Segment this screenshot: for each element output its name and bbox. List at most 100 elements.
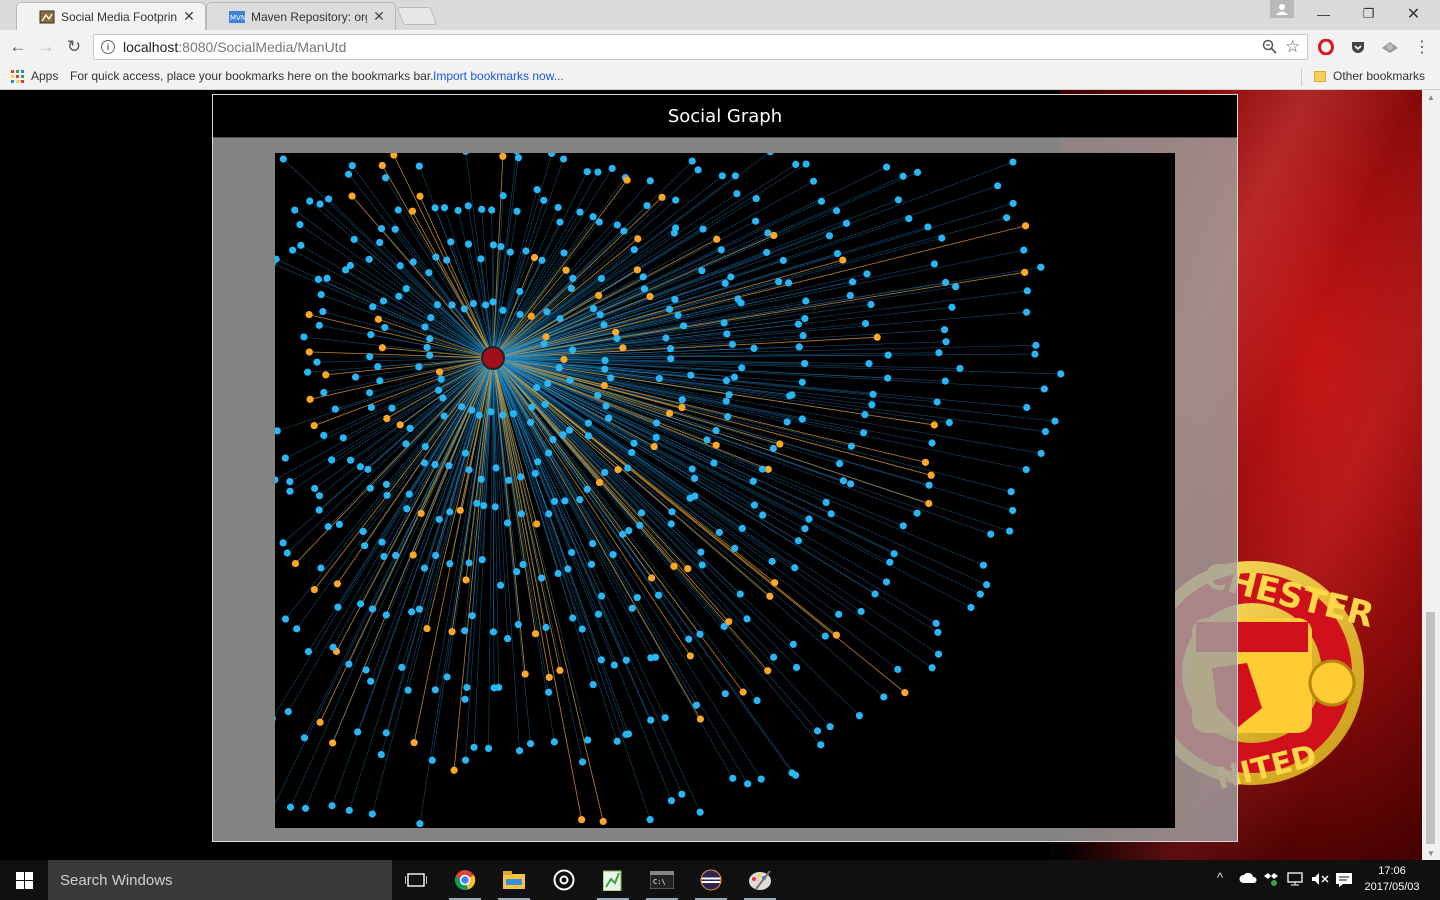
graph-node[interactable] (886, 558, 894, 566)
graph-node[interactable] (531, 469, 539, 478)
restore-icon[interactable]: ❐ (1346, 0, 1391, 28)
graph-node[interactable] (584, 736, 592, 744)
graph-node[interactable] (684, 565, 692, 573)
graph-node[interactable] (622, 730, 630, 739)
graph-node[interactable] (354, 728, 362, 736)
graph-node[interactable] (477, 475, 485, 483)
graph-node[interactable] (462, 576, 470, 584)
graph-node[interactable] (301, 804, 310, 812)
graph-node[interactable] (461, 627, 469, 635)
graph-node[interactable] (619, 344, 627, 352)
graph-node[interactable] (554, 203, 562, 212)
graph-node[interactable] (759, 511, 767, 519)
graph-node[interactable] (770, 653, 778, 661)
close-tab-icon[interactable]: ✕ (183, 8, 195, 25)
graph-node[interactable] (948, 303, 956, 311)
groove-music-icon[interactable] (540, 860, 588, 900)
graph-node[interactable] (842, 219, 851, 227)
graph-node[interactable] (678, 396, 686, 404)
graph-node[interactable] (517, 510, 525, 518)
graph-node[interactable] (730, 373, 739, 381)
graph-node[interactable] (568, 548, 576, 557)
graph-node[interactable] (835, 610, 843, 618)
graph-node[interactable] (805, 515, 813, 523)
graph-node[interactable] (421, 442, 429, 451)
graph-node[interactable] (447, 238, 455, 246)
social-graph-svg[interactable] (275, 153, 1175, 828)
graph-node[interactable] (328, 456, 336, 464)
graph-node[interactable] (594, 610, 603, 618)
graph-node[interactable] (667, 520, 675, 528)
graph-node[interactable] (752, 217, 760, 225)
graph-node[interactable] (987, 530, 995, 538)
graph-node[interactable] (646, 292, 654, 301)
graph-node[interactable] (435, 368, 444, 376)
forward-arrow-icon[interactable]: → (35, 36, 57, 58)
graph-node[interactable] (749, 477, 757, 485)
graph-node[interactable] (670, 562, 678, 570)
graph-node[interactable] (543, 308, 551, 316)
graph-node[interactable] (640, 285, 649, 293)
graph-node[interactable] (304, 647, 313, 656)
graph-node[interactable] (802, 297, 810, 305)
graph-node[interactable] (595, 478, 604, 487)
graph-node[interactable] (655, 374, 663, 383)
address-bar[interactable]: i localhost:8080/SocialMedia/ManUtd ☆ (93, 34, 1308, 60)
graph-node[interactable] (623, 176, 631, 184)
graph-node[interactable] (460, 305, 468, 313)
graph-node[interactable] (833, 249, 842, 258)
graph-node[interactable] (721, 690, 729, 698)
graph-node[interactable] (710, 459, 718, 467)
graph-node[interactable] (505, 476, 513, 484)
graph-node[interactable] (634, 235, 642, 243)
graph-node[interactable] (366, 389, 374, 397)
graph-node[interactable] (544, 379, 552, 388)
graph-node[interactable] (757, 775, 765, 783)
graph-node[interactable] (758, 465, 767, 473)
graph-node[interactable] (584, 432, 593, 440)
graph-node[interactable] (383, 491, 391, 499)
graph-node[interactable] (576, 496, 584, 504)
graph-node[interactable] (315, 492, 324, 500)
graph-node[interactable] (331, 405, 339, 413)
graph-node[interactable] (415, 605, 424, 613)
graph-node[interactable] (855, 712, 864, 720)
graph-node[interactable] (478, 205, 486, 213)
graph-node[interactable] (802, 160, 810, 168)
graph-node[interactable] (882, 163, 891, 171)
graph-node[interactable] (364, 465, 372, 473)
graph-node[interactable] (461, 756, 470, 764)
reload-icon[interactable]: ↻ (63, 36, 85, 58)
graph-node[interactable] (275, 427, 281, 435)
profile-icon[interactable] (1270, 0, 1294, 18)
graph-node[interactable] (792, 160, 800, 169)
graph-node[interactable] (533, 383, 541, 392)
graph-node[interactable] (461, 695, 469, 703)
scroll-thumb[interactable] (1426, 612, 1435, 844)
graph-node[interactable] (639, 273, 647, 281)
graph-node[interactable] (464, 202, 472, 210)
graph-node[interactable] (499, 192, 507, 200)
graph-node[interactable] (311, 484, 319, 493)
graph-node[interactable] (415, 363, 423, 371)
tab-social-media-footprint[interactable]: Social Media Footprint ✕ (16, 2, 206, 30)
graph-node[interactable] (408, 608, 416, 616)
graph-node[interactable] (463, 683, 471, 692)
notepad-plus-icon[interactable] (589, 860, 637, 900)
graph-node[interactable] (699, 225, 707, 233)
graph-node[interactable] (718, 172, 726, 180)
graph-node[interactable] (426, 351, 434, 359)
other-bookmarks[interactable]: Other bookmarks (1314, 69, 1425, 83)
windows-start-icon[interactable] (0, 860, 48, 900)
graph-node[interactable] (932, 619, 940, 627)
graph-node[interactable] (769, 444, 777, 453)
graph-node[interactable] (565, 426, 574, 434)
graph-node[interactable] (320, 431, 328, 439)
graph-node[interactable] (720, 319, 728, 327)
graph-node[interactable] (967, 603, 975, 612)
graph-node[interactable] (431, 461, 439, 469)
graph-node[interactable] (743, 615, 751, 623)
graph-node[interactable] (569, 274, 577, 283)
graph-node[interactable] (630, 246, 638, 254)
graph-node[interactable] (316, 718, 324, 726)
